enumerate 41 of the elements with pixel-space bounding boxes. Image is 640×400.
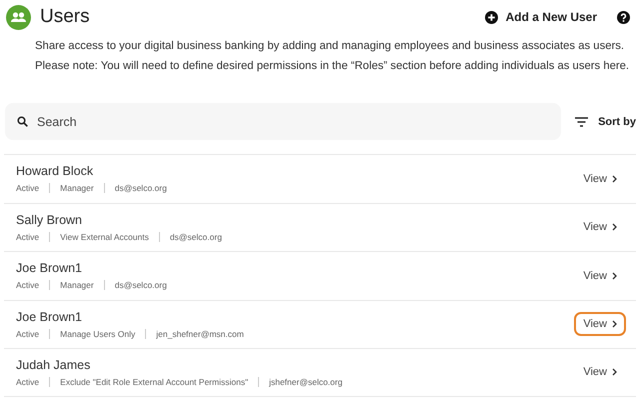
description-text: Please note: You will need to define desired permissions in the “Roles” section before adding individuals as users here.: [34, 59, 630, 74]
users-logo-icon: [6, 4, 31, 30]
search-icon: [17, 116, 28, 127]
search-field[interactable]: Search: [5, 103, 561, 140]
chevron-right-icon: [612, 174, 617, 183]
user-detail: jen_shefner@msn.com: [156, 328, 244, 339]
view-button[interactable]: View: [574, 264, 626, 288]
user-detail: Manager: [60, 183, 94, 194]
user-name: Joe Brown1: [16, 261, 84, 276]
chevron-right-icon: [612, 223, 617, 232]
user-detail: Active: [16, 376, 40, 387]
view-button[interactable]: View: [574, 166, 626, 191]
user-detail: Active: [16, 328, 40, 339]
chevron-right-icon: [612, 320, 617, 328]
user-detail: Exclude "Edit Role External Account Permissions": [60, 376, 248, 387]
user-detail: ds@selco.org: [114, 183, 167, 194]
sort-icon: [575, 116, 588, 126]
page-title: Users: [40, 6, 91, 28]
user-detail: Active: [16, 232, 40, 242]
plus-circle-icon: [484, 10, 498, 24]
user-name: Howard Block: [16, 164, 94, 178]
user-detail: ds@selco.org: [170, 232, 222, 242]
user-detail: ds@selco.org: [114, 280, 167, 290]
chevron-right-icon: [612, 368, 617, 376]
view-button[interactable]: View: [574, 215, 626, 240]
user-name: Judah James: [16, 358, 92, 372]
user-detail: Manager: [60, 280, 94, 290]
sort-button[interactable]: Sort by: [575, 116, 636, 128]
view-button[interactable]: View: [574, 360, 626, 384]
chevron-right-icon: [612, 272, 617, 280]
help-icon[interactable]: [617, 10, 630, 24]
user-detail: View External Accounts: [60, 232, 149, 242]
user-detail: Active: [16, 280, 40, 290]
user-name: Joe Brown1: [16, 310, 84, 324]
description-text: Share access to your digital business banking by adding and managing employees and business associates as users.: [34, 39, 626, 54]
add-user-button[interactable]: Add a New User: [484, 10, 597, 24]
user-detail: jshefner@selco.org: [269, 376, 342, 387]
user-name: Sally Brown: [16, 212, 83, 227]
user-detail: Active: [16, 183, 40, 194]
user-detail: Manage Users Only: [60, 328, 136, 339]
view-button[interactable]: View: [574, 312, 626, 336]
